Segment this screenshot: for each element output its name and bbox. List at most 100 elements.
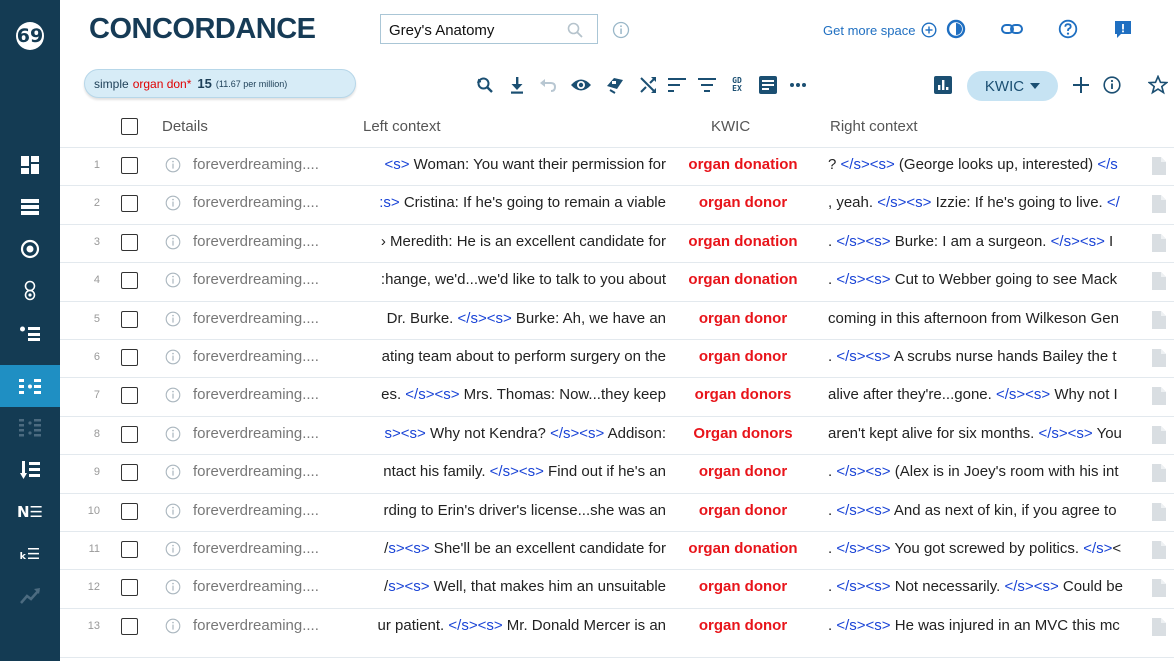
row-checkbox[interactable] bbox=[121, 502, 138, 520]
query-summary-pill[interactable]: simple organ don* 15 (11.67 per million) bbox=[84, 69, 356, 98]
search-icon[interactable] bbox=[567, 22, 583, 43]
info-icon[interactable] bbox=[165, 618, 181, 638]
left-context[interactable]: Dr. Burke. </s><s> Burke: Ah, we have an bbox=[352, 310, 666, 327]
help-icon[interactable] bbox=[1058, 19, 1078, 44]
row-details-link[interactable]: foreverdreaming.... bbox=[193, 233, 319, 250]
row-checkbox[interactable] bbox=[121, 157, 138, 174]
kwic-keyword[interactable]: organ donor bbox=[674, 310, 812, 327]
sort-icon[interactable] bbox=[666, 74, 688, 96]
link-icon[interactable] bbox=[1001, 19, 1023, 44]
row-details-link[interactable]: foreverdreaming.... bbox=[193, 386, 319, 403]
copy-icon[interactable] bbox=[1152, 579, 1166, 601]
sidebar-item-dashboard[interactable] bbox=[0, 144, 60, 186]
info-icon[interactable] bbox=[165, 426, 181, 446]
info-icon[interactable] bbox=[165, 311, 181, 331]
kwic-keyword[interactable]: organ donor bbox=[674, 194, 812, 211]
favourite-star-icon[interactable] bbox=[1148, 74, 1174, 96]
right-context[interactable]: . </s><s> And as next of kin, if you agr… bbox=[828, 502, 1140, 519]
row-details-link[interactable]: foreverdreaming.... bbox=[193, 617, 319, 634]
kwic-keyword[interactable]: organ donor bbox=[674, 578, 812, 595]
sidebar-item-corpus-info[interactable] bbox=[0, 186, 60, 228]
row-checkbox[interactable] bbox=[121, 272, 138, 290]
info-icon[interactable] bbox=[165, 157, 181, 177]
right-context[interactable]: . </s><s> (Alex is in Joey's room with h… bbox=[828, 463, 1140, 480]
left-context[interactable]: rding to Erin's driver's license...she w… bbox=[352, 502, 666, 519]
row-details-link[interactable]: foreverdreaming.... bbox=[193, 310, 319, 327]
info-icon[interactable] bbox=[165, 387, 181, 407]
copy-icon[interactable] bbox=[1152, 541, 1166, 563]
right-context[interactable]: alive after they're...gone. </s><s> Why … bbox=[828, 386, 1140, 403]
sketch-engine-logo[interactable]: 69 bbox=[0, 0, 60, 72]
copy-icon[interactable] bbox=[1152, 349, 1166, 371]
copy-icon[interactable] bbox=[1152, 310, 1166, 333]
right-context[interactable]: aren't kept alive for six months. </s><s… bbox=[828, 425, 1140, 442]
column-header-left-context[interactable]: Left context bbox=[363, 118, 441, 135]
right-context[interactable]: . </s><s> Not necessarily. </s><s> Could… bbox=[828, 578, 1140, 595]
visibility-icon[interactable] bbox=[604, 74, 626, 96]
copy-icon[interactable] bbox=[1152, 425, 1166, 448]
row-details-link[interactable]: foreverdreaming.... bbox=[193, 348, 319, 365]
row-details-link[interactable]: foreverdreaming.... bbox=[193, 463, 319, 480]
corpus-info-icon[interactable] bbox=[612, 21, 630, 44]
kwic-keyword[interactable]: organ donors bbox=[674, 386, 812, 403]
kwic-keyword[interactable]: organ donor bbox=[674, 617, 812, 634]
sidebar-item-keywords[interactable]: ₖ☰ bbox=[0, 533, 60, 575]
info-icon[interactable] bbox=[165, 579, 181, 599]
kwic-keyword[interactable]: organ donor bbox=[674, 348, 812, 365]
add-icon[interactable] bbox=[1070, 74, 1092, 96]
get-more-space-link[interactable]: Get more space bbox=[823, 22, 937, 38]
kwic-keyword[interactable]: organ donation bbox=[674, 156, 812, 173]
row-details-link[interactable]: foreverdreaming.... bbox=[193, 156, 319, 173]
row-checkbox[interactable] bbox=[121, 425, 138, 443]
copy-icon[interactable] bbox=[1152, 195, 1166, 217]
info-icon[interactable] bbox=[165, 464, 181, 484]
info-icon[interactable] bbox=[165, 195, 181, 215]
row-checkbox[interactable] bbox=[121, 349, 138, 366]
copy-icon[interactable] bbox=[1152, 387, 1166, 409]
row-checkbox[interactable] bbox=[121, 579, 138, 597]
right-context[interactable]: . </s><s> Burke: I am a surgeon. </s><s>… bbox=[828, 233, 1140, 250]
left-context[interactable]: ating team about to perform surgery on t… bbox=[352, 348, 666, 365]
view-mode-dropdown[interactable]: KWIC bbox=[967, 71, 1058, 101]
copy-icon[interactable] bbox=[1152, 233, 1166, 256]
column-header-right-context[interactable]: Right context bbox=[830, 118, 918, 135]
left-context[interactable]: es. </s><s> Mrs. Thomas: Now...they keep bbox=[352, 386, 666, 403]
info-icon[interactable] bbox=[165, 272, 181, 292]
sidebar-item-concordance[interactable] bbox=[0, 365, 60, 407]
info-icon[interactable] bbox=[165, 234, 181, 254]
copy-icon[interactable] bbox=[1152, 617, 1166, 640]
left-context[interactable]: › Meredith: He is an excellent candidate… bbox=[352, 233, 666, 250]
row-details-link[interactable]: foreverdreaming.... bbox=[193, 425, 319, 442]
info-icon[interactable] bbox=[1101, 74, 1123, 96]
row-details-link[interactable]: foreverdreaming.... bbox=[193, 271, 319, 288]
corpus-search-box[interactable] bbox=[380, 14, 598, 44]
view-options-eye-icon[interactable] bbox=[570, 74, 592, 96]
kwic-keyword[interactable]: organ donor bbox=[674, 463, 812, 480]
right-context[interactable]: . </s><s> Cut to Webber going to see Mac… bbox=[828, 271, 1140, 288]
row-checkbox[interactable] bbox=[121, 617, 138, 635]
right-context[interactable]: , yeah. </s><s> Izzie: If he's going to … bbox=[828, 194, 1140, 211]
sidebar-item-wordlist[interactable] bbox=[0, 449, 60, 491]
info-icon[interactable] bbox=[165, 349, 181, 369]
shuffle-icon[interactable] bbox=[637, 74, 659, 96]
sidebar-item-parallel-concordance[interactable] bbox=[0, 407, 60, 449]
kwic-keyword[interactable]: organ donation bbox=[674, 540, 812, 557]
right-context[interactable]: coming in this afternoon from Wilkeson G… bbox=[828, 310, 1140, 327]
feedback-icon[interactable] bbox=[1113, 19, 1133, 44]
kwic-keyword[interactable]: Organ donors bbox=[674, 425, 812, 442]
right-context[interactable]: . </s><s> He was injured in an MVC this … bbox=[828, 617, 1140, 634]
sidebar-item-sketch-diff[interactable] bbox=[0, 270, 60, 312]
row-checkbox[interactable] bbox=[121, 310, 138, 328]
row-checkbox[interactable] bbox=[121, 233, 138, 251]
column-header-kwic[interactable]: KWIC bbox=[711, 118, 750, 135]
left-context[interactable]: ntact his family. </s><s> Find out if he… bbox=[352, 463, 666, 480]
corpus-search-input[interactable] bbox=[389, 20, 559, 40]
row-details-link[interactable]: foreverdreaming.... bbox=[193, 578, 319, 595]
info-icon[interactable] bbox=[165, 541, 181, 561]
row-checkbox[interactable] bbox=[121, 387, 138, 405]
left-context[interactable]: :hange, we'd...we'd like to talk to you … bbox=[352, 271, 666, 288]
left-context[interactable]: s><s> Why not Kendra? </s><s> Addison: bbox=[352, 425, 666, 442]
left-context[interactable]: /s><s> Well, that makes him an unsuitabl… bbox=[352, 578, 666, 595]
info-icon[interactable] bbox=[165, 503, 181, 523]
gdex-icon[interactable]: GD EX bbox=[726, 74, 748, 96]
